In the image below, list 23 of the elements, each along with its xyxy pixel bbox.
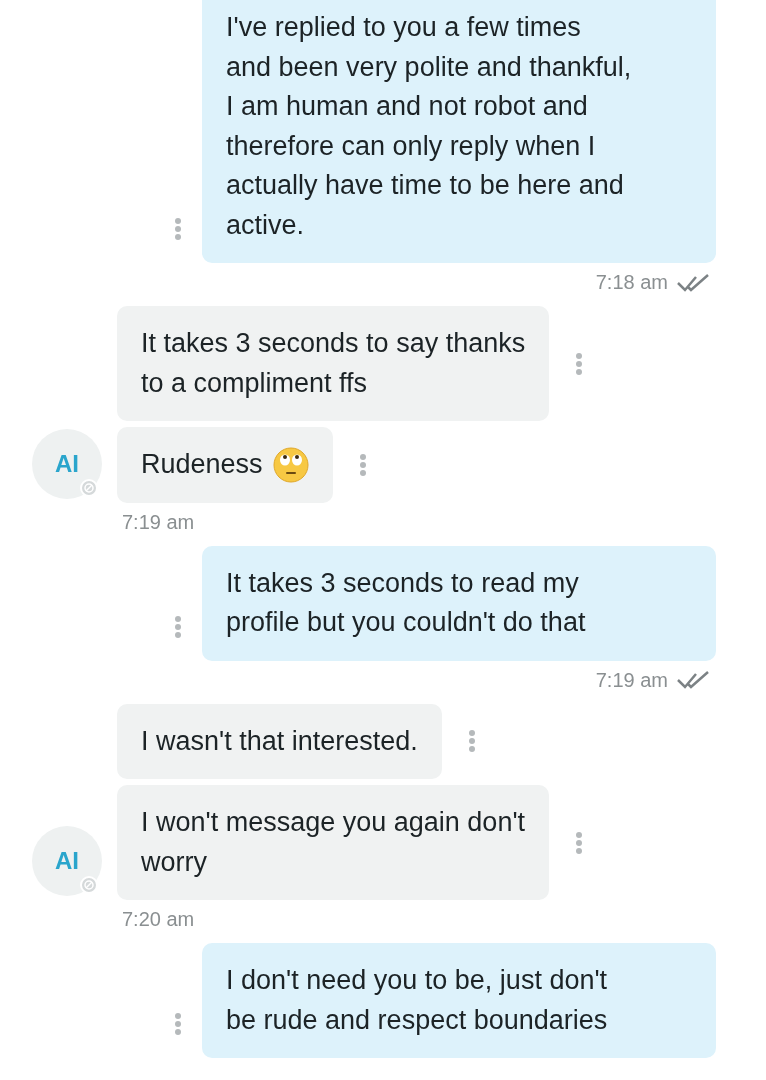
blocked-badge-icon [80,478,98,497]
more-options-icon[interactable] [174,614,182,639]
more-options-icon[interactable] [174,1012,182,1036]
more-options-icon[interactable] [575,351,584,376]
message-bubble: It takes 3 seconds to say thanks to a compliment ffs [117,306,550,421]
message-bubble: I've replied to you a few times and been very polite and thankful, I am human and not robot and therefore can only reply when I actually have time to be here and active. [202,0,716,263]
message-time: 7:20 am [122,908,195,930]
more-options-icon[interactable] [467,729,476,754]
message-bubble: I don't need you to be, just don't be rude and respect boundaries [202,943,716,1058]
eye-roll-emoji-icon [272,446,309,483]
avatar[interactable]: AI [32,428,102,499]
message-text: Rudeness [141,448,263,481]
more-options-icon[interactable] [174,217,182,241]
message-bubble: I won't message you again don't worry [117,785,550,900]
message-time: 7:19 am [595,668,668,692]
blocked-badge-icon [80,876,98,894]
message-time: 7:19 am [122,510,195,533]
more-options-icon[interactable] [358,452,367,477]
avatar[interactable]: AI [32,826,102,896]
message-bubble: I wasn't that interested. [117,703,442,779]
message-bubble: It takes 3 seconds to read my profile but you couldn't do that [202,545,716,661]
message-time: 7:18 am [595,271,668,294]
more-options-icon[interactable] [575,830,584,855]
